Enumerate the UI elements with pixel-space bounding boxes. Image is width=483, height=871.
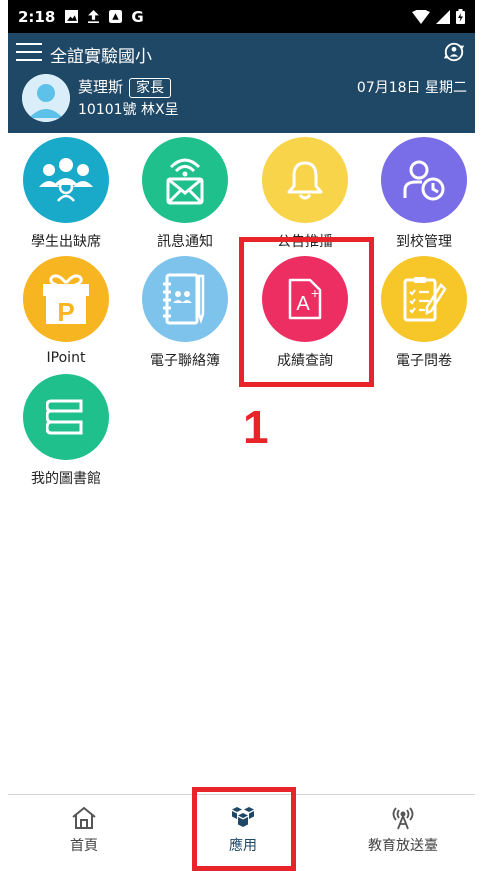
app-contact-book[interactable]: 電子聯絡簿 — [125, 256, 245, 370]
students-icon — [23, 137, 109, 223]
menu-icon[interactable] — [16, 43, 42, 63]
google-icon: G — [131, 7, 144, 26]
library-icon — [23, 374, 109, 460]
signal-icon — [436, 9, 450, 24]
status-time: 2:18 — [18, 7, 56, 26]
app-label: 學生出缺席 — [31, 234, 101, 250]
step-number: 1 — [243, 401, 269, 453]
message-icon — [142, 137, 228, 223]
nav-label: 教育放送臺 — [368, 838, 438, 854]
app-header: 全誼實驗國小 莫理斯 家長 10101號 林X呈 07月18日 星期二 — [8, 33, 475, 133]
app-label: 到校管理 — [396, 234, 452, 250]
app-label: 我的圖書館 — [31, 471, 101, 487]
user-clock-icon — [381, 137, 467, 223]
bell-icon — [262, 137, 348, 223]
app-ipoint[interactable]: P IPoint — [6, 256, 126, 366]
contact-book-icon — [142, 256, 228, 342]
user-name: 莫理斯 家長 — [78, 76, 172, 98]
upload-icon — [88, 10, 100, 23]
app-label: 電子問卷 — [396, 353, 452, 369]
status-bar: 2:18 G — [8, 0, 475, 33]
user-avatar-icon — [22, 74, 70, 122]
date-text: 07月18日 星期二 — [356, 80, 467, 96]
svg-text:P: P — [57, 297, 74, 325]
nav-home[interactable]: 首頁 — [24, 805, 144, 855]
school-name: 全誼實驗國小 — [50, 47, 152, 67]
highlight-apps-tab — [192, 787, 296, 871]
user-name-text: 莫理斯 — [78, 78, 124, 96]
role-badge: 家長 — [129, 78, 172, 98]
app-student-attendance[interactable]: 學生出缺席 — [6, 137, 126, 251]
app-label: 電子聯絡簿 — [150, 353, 220, 369]
nav-broadcast[interactable]: 教育放送臺 — [343, 805, 463, 855]
app-school-arrival[interactable]: 到校管理 — [364, 137, 483, 251]
switch-account-icon[interactable] — [443, 41, 465, 63]
survey-icon — [381, 256, 467, 342]
app-my-library[interactable]: 我的圖書館 — [6, 374, 126, 488]
gift-icon: P — [23, 256, 109, 342]
wifi-icon — [412, 9, 430, 24]
app-message-notice[interactable]: 訊息通知 — [125, 137, 245, 251]
app-survey[interactable]: 電子問卷 — [364, 256, 483, 370]
avatar[interactable] — [22, 74, 70, 122]
nav-label: 首頁 — [70, 838, 98, 854]
home-icon — [72, 806, 96, 829]
student-info: 10101號 林X呈 — [78, 102, 179, 118]
broadcast-icon — [392, 807, 414, 830]
app-label: 訊息通知 — [157, 234, 213, 250]
app-notification-icon — [109, 10, 123, 23]
battery-icon — [456, 9, 465, 24]
app-announcement[interactable]: 公告推播 — [245, 137, 365, 251]
image-notification-icon — [65, 10, 79, 23]
app-label: IPoint — [46, 350, 86, 366]
highlight-grade-query — [239, 237, 374, 387]
